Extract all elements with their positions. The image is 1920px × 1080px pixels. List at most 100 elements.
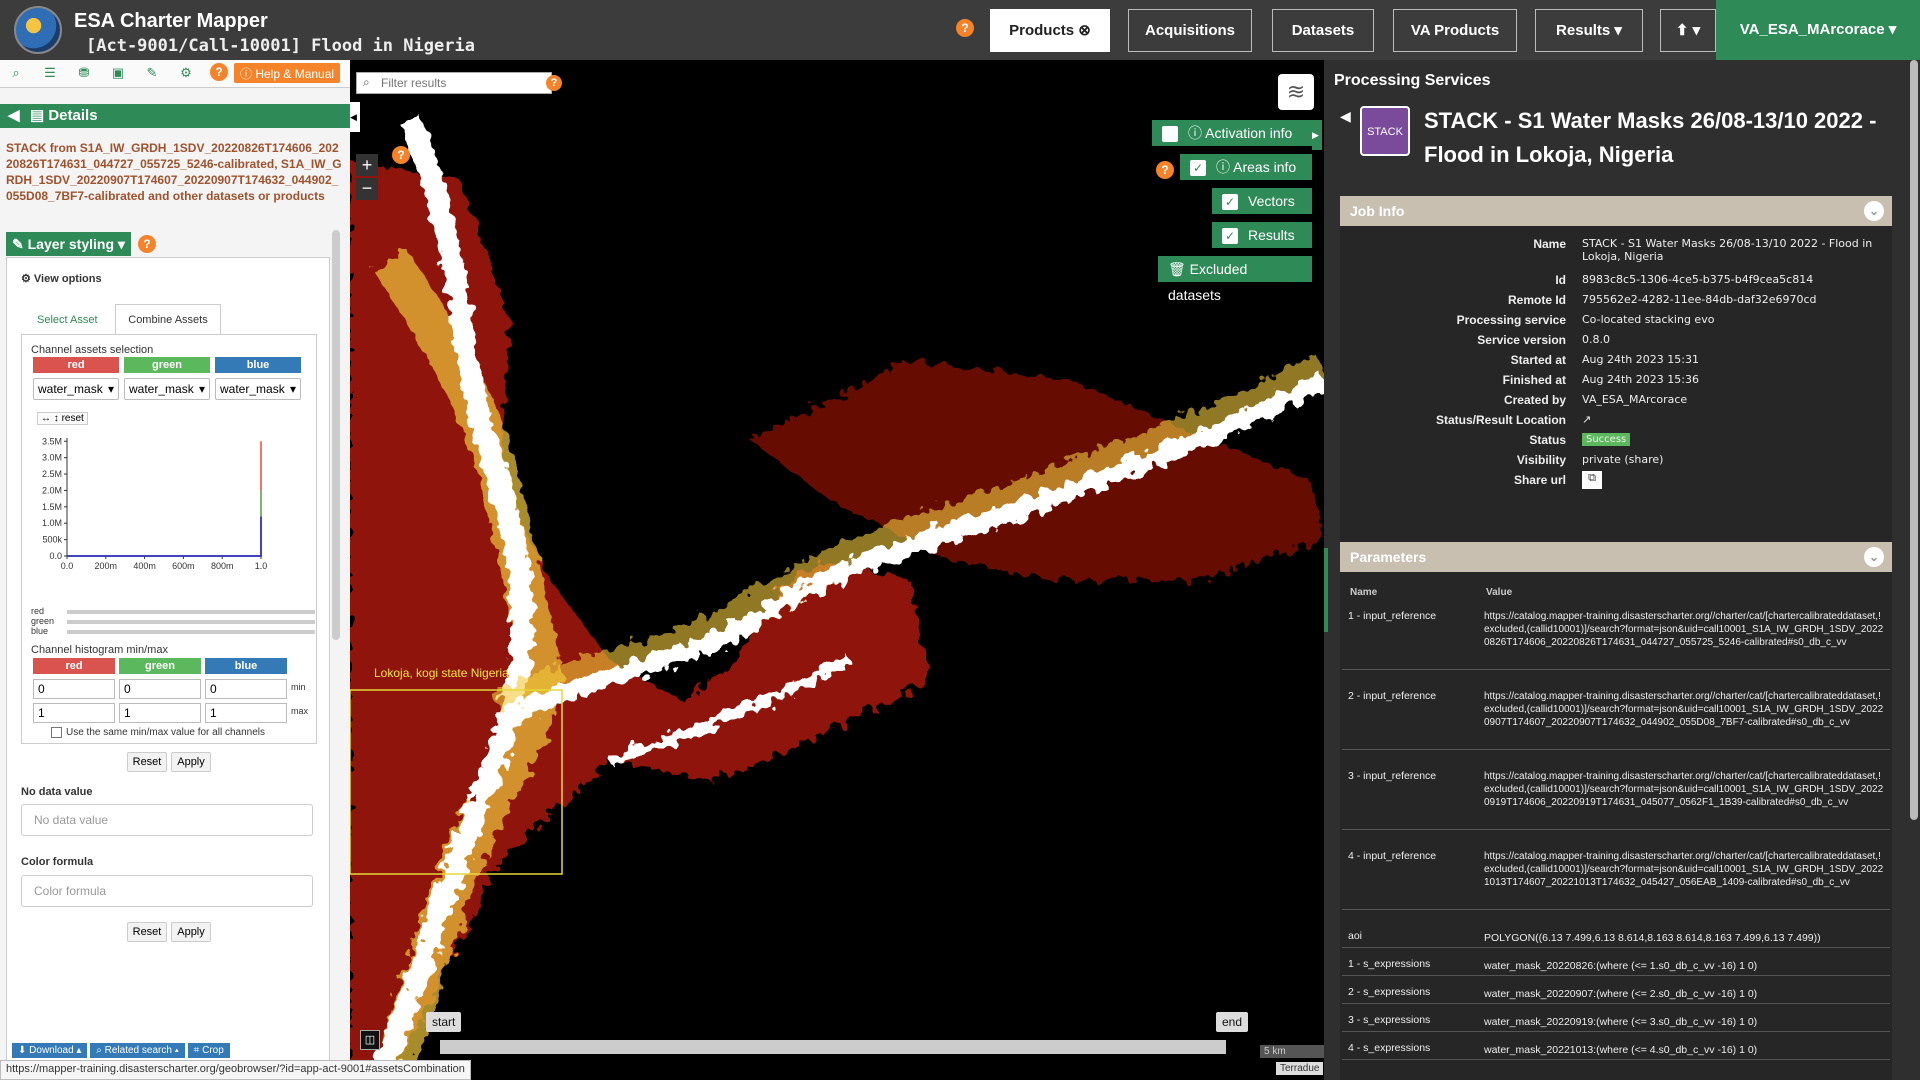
right-scrollbar[interactable] [1910, 60, 1918, 820]
parameter-row: aoi POLYGON((6.13 7.499,6.13 8.614,8.163 … [1342, 924, 1890, 948]
slider-green-label: green [31, 616, 55, 626]
blue-range-slider[interactable] [67, 630, 315, 634]
close-icon[interactable]: ⊗ [1078, 22, 1091, 39]
copy-icon[interactable]: ⧉ [1582, 471, 1602, 489]
help-icon[interactable]: ? [210, 63, 228, 81]
timeline-start[interactable]: start [426, 1012, 462, 1032]
gear-icon[interactable]: ⚙ [176, 65, 196, 85]
green-min-input[interactable]: 0 [119, 679, 201, 699]
zoom-out-button[interactable]: − [356, 178, 378, 200]
parameter-name: 2 - s_expressions [1348, 986, 1431, 998]
help-icon[interactable]: ? [1156, 161, 1174, 179]
pan-y-icon[interactable]: ↕ [54, 413, 59, 424]
no-data-input[interactable]: No data value [21, 804, 313, 836]
pan-x-icon[interactable]: ↔ [41, 413, 51, 424]
crop-button[interactable]: ⌗ Crop [187, 1043, 230, 1058]
back-icon[interactable]: ◀ [1340, 108, 1351, 125]
chevron-down-icon[interactable]: ⌄ [1864, 547, 1884, 567]
nav-datasets[interactable]: Datasets [1272, 9, 1374, 52]
search-icon[interactable]: ⌕ [6, 65, 26, 85]
upload-button[interactable]: ⬆ ▾ [1660, 9, 1716, 52]
chevron-down-icon[interactable]: ⌄ [1864, 201, 1884, 221]
layer-styling-toggle[interactable]: ✎ Layer styling ▾ [6, 232, 131, 256]
view-options[interactable]: ⚙ View options [21, 272, 102, 285]
areas-info-toggle[interactable]: ✓ ⓘ Areas info [1180, 154, 1312, 180]
map-view[interactable]: Lokoja, kogi state Nigeria ⌕ ? + − ? ◀ ≋… [350, 60, 1324, 1080]
back-icon[interactable]: ◀ [8, 104, 20, 128]
x-tick-label: 0.0 [61, 561, 74, 571]
y-tick-label: 500k [42, 535, 62, 545]
filter-results-input[interactable] [381, 74, 547, 92]
green-max-input[interactable]: 1 [119, 703, 201, 723]
nav-results[interactable]: Results ▾ [1535, 9, 1643, 52]
vectors-toggle[interactable]: ✓ Vectors [1212, 188, 1312, 214]
checkbox[interactable]: ✓ [1190, 160, 1206, 177]
zoom-in-button[interactable]: + [356, 154, 378, 176]
nav-products[interactable]: Products ⊗ [990, 9, 1110, 52]
checkbox[interactable]: ✓ [1222, 228, 1238, 245]
timeline-toggle[interactable]: ◫ [360, 1030, 380, 1050]
histogram-svg: 0.0 500k 1.0M 1.5M 2.0M 2.5M 3.0M 3.5M 0.0 200m 40… [42, 436, 267, 571]
x-tick-label: 200m [95, 561, 118, 571]
parameters-header[interactable]: Parameters ⌄ [1340, 542, 1892, 572]
checkbox[interactable] [51, 727, 62, 738]
help-manual-button[interactable]: ⓘ Help & Manual [234, 63, 341, 83]
formula-reset-button[interactable]: Reset [127, 922, 167, 942]
timeline-slider[interactable] [440, 1040, 1226, 1054]
green-asset-select[interactable]: water_mask ▾ [124, 378, 210, 400]
formula-apply-button[interactable]: Apply [171, 922, 211, 942]
results-toggle[interactable]: ✓ Results [1212, 222, 1312, 248]
excluded-datasets-button[interactable]: 🗑 Excluded datasets [1158, 256, 1312, 303]
help-icon[interactable]: ? [138, 235, 156, 253]
red-asset-select[interactable]: water_mask ▾ [33, 378, 119, 400]
tab-select-asset[interactable]: Select Asset [37, 314, 98, 326]
related-search-button[interactable]: ⌕ Related search ▴ [90, 1043, 185, 1058]
flood-raster [350, 115, 1324, 1080]
channel-blue: blue [205, 658, 287, 674]
red-max-input[interactable]: 1 [33, 703, 115, 723]
app-logo[interactable] [14, 6, 62, 54]
job-field-label: Created by [1503, 393, 1566, 407]
job-info-header[interactable]: Job Info ⌄ [1340, 196, 1892, 226]
histogram-reset-button[interactable]: Reset [127, 752, 167, 772]
job-info-label: Job Info [1350, 203, 1405, 219]
user-name: VA_ESA_MArcorace [1739, 21, 1885, 38]
blue-max-input[interactable]: 1 [205, 703, 287, 723]
same-minmax-checkbox[interactable]: Use the same min/max value for all chann… [51, 727, 265, 738]
x-tick-label: 800m [211, 561, 234, 571]
attribution[interactable]: Terradue [1276, 1062, 1324, 1075]
checkbox[interactable]: □ [1162, 126, 1178, 143]
histogram-reset[interactable]: reset [62, 413, 84, 424]
user-menu[interactable]: VA_ESA_MArcorace ▾ [1716, 0, 1920, 60]
red-range-slider[interactable] [67, 610, 315, 614]
visibility-share-link[interactable]: private (share) [1582, 453, 1878, 466]
list-icon[interactable]: ☰ [40, 65, 60, 85]
green-range-slider[interactable] [67, 620, 315, 624]
layers-button[interactable]: ≋ [1278, 74, 1314, 110]
help-icon[interactable]: ? [956, 19, 974, 37]
download-button[interactable]: ⬇ Download ▴ [12, 1043, 88, 1058]
nav-acquisitions[interactable]: Acquisitions [1128, 9, 1252, 52]
search-icon: ⌕ [363, 75, 370, 89]
activation-info-toggle[interactable]: □ ⓘ Activation info [1152, 120, 1312, 146]
basket-icon[interactable]: ⛃ [74, 65, 94, 85]
archive-icon[interactable]: ▣ [108, 65, 128, 85]
red-min-input[interactable]: 0 [33, 679, 115, 699]
tab-combine-assets[interactable]: Combine Assets [115, 304, 221, 334]
help-icon[interactable]: ? [546, 75, 562, 91]
timeline-end[interactable]: end [1216, 1012, 1249, 1032]
checkbox[interactable]: ✓ [1222, 194, 1238, 211]
nav-va-products[interactable]: VA Products [1393, 9, 1517, 52]
collapse-left-handle[interactable]: ◀ [350, 102, 360, 132]
pencil-icon[interactable]: ✎ [142, 65, 162, 85]
blue-min-input[interactable]: 0 [205, 679, 287, 699]
job-field-value: Co-located stacking evo [1582, 313, 1715, 326]
left-scrollbar[interactable] [332, 230, 340, 640]
help-icon[interactable]: ? [392, 146, 410, 164]
blue-asset-select[interactable]: water_mask ▾ [215, 378, 301, 400]
external-link-icon[interactable]: ↗ [1582, 413, 1878, 426]
details-header[interactable]: ◀ ▤ Details [0, 104, 350, 128]
color-formula-input[interactable]: Color formula [21, 875, 313, 907]
collapse-right-handle[interactable]: ▶ [1312, 120, 1322, 150]
histogram-apply-button[interactable]: Apply [171, 752, 211, 772]
